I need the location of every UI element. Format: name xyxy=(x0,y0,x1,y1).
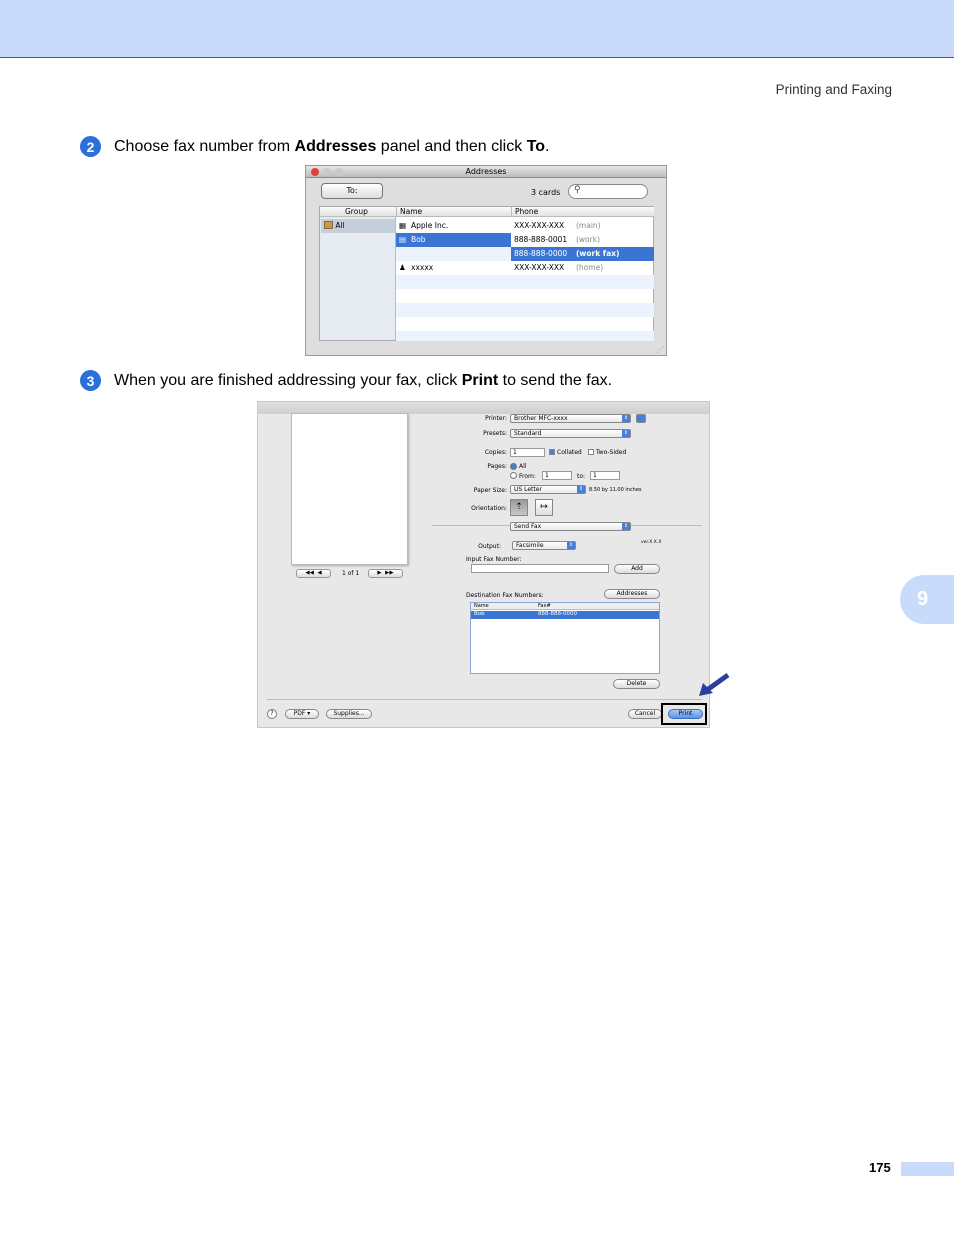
supplies-button[interactable]: Supplies... xyxy=(326,709,372,719)
fax-number-input[interactable] xyxy=(471,564,609,573)
step-text: When you are finished addressing your fa… xyxy=(114,371,613,389)
to-input[interactable]: 1 xyxy=(590,471,620,480)
column-header-phone[interactable]: Phone xyxy=(511,207,654,217)
table-row-empty xyxy=(396,331,654,341)
collated-checkbox[interactable] xyxy=(549,449,555,455)
from-input[interactable]: 1 xyxy=(542,471,572,480)
step-2: 2 Choose fax number from Addresses panel… xyxy=(80,136,550,157)
next-last-page-button[interactable]: ▶ ▶▶ xyxy=(368,569,403,578)
building-icon: ▦ xyxy=(399,221,407,230)
step-3: 3 When you are finished addressing your … xyxy=(80,370,612,391)
output-select[interactable]: Facsimile ⇕ xyxy=(512,541,576,550)
window-titlebar: Addresses xyxy=(306,166,666,178)
folder-icon xyxy=(324,221,333,229)
printer-label: Printer: xyxy=(485,415,507,422)
pages-label: Pages: xyxy=(487,463,507,470)
to-label: to: xyxy=(577,473,586,480)
input-fax-label: Input Fax Number: xyxy=(466,556,522,563)
print-dialog: ◀◀ ◀ 1 of 1 ▶ ▶▶ Printer: Brother MFC-xx… xyxy=(257,401,710,728)
pages-from-radio[interactable] xyxy=(510,472,517,479)
copies-input[interactable]: 1 xyxy=(510,448,545,457)
version-text: ver.X.X.X xyxy=(641,540,662,545)
pages-from-label: From: xyxy=(519,473,536,480)
header-band xyxy=(0,0,954,58)
divider xyxy=(267,699,702,700)
search-input[interactable]: ⚲ xyxy=(568,184,648,199)
section-title: Printing and Faxing xyxy=(775,82,892,97)
copies-label: Copies: xyxy=(484,449,507,456)
chapter-tab: 9 xyxy=(900,575,954,624)
search-icon: ⚲ xyxy=(574,185,581,195)
two-sided-checkbox[interactable] xyxy=(588,449,594,455)
list-row[interactable]: Bob 888-888-0000 xyxy=(471,611,659,619)
column-header-name[interactable]: Name xyxy=(396,207,511,217)
table-row[interactable]: ♟ xxxxx XXX-XXX-XXX (home) xyxy=(396,261,654,275)
step-number: 3 xyxy=(80,370,101,391)
cancel-button[interactable]: Cancel xyxy=(628,709,662,719)
page-number-bar xyxy=(901,1162,954,1176)
phone-cell-selected[interactable]: 888-888-0000 (work fax) xyxy=(511,247,654,261)
table-row-empty xyxy=(396,303,654,317)
to-button[interactable]: To: xyxy=(321,183,383,199)
column-header-group[interactable]: Group xyxy=(320,207,396,217)
collated-label: Collated xyxy=(557,449,582,456)
paper-size-select[interactable]: US Letter ⇕ xyxy=(510,485,586,494)
orientation-label: Orientation: xyxy=(471,505,507,512)
presets-label: Presets: xyxy=(483,430,507,437)
addresses-window: Addresses To: 3 cards ⚲ Group Name Phone… xyxy=(305,165,667,356)
table-row-selected[interactable]: ▤ Bob xyxy=(396,233,511,247)
pointer-arrow-icon xyxy=(699,672,730,696)
landscape-icon[interactable]: ↦ xyxy=(535,499,553,516)
print-button-highlight xyxy=(661,703,707,725)
paper-size-label: Paper Size: xyxy=(473,487,507,494)
step-text: Choose fax number from Addresses panel a… xyxy=(114,137,550,155)
two-sided-label: Two-Sided xyxy=(596,449,627,456)
printer-select[interactable]: Brother MFC-xxxx ⇕ xyxy=(510,414,631,423)
phone-cell[interactable]: 888-888-0001 (work) xyxy=(511,233,654,247)
pages-all-label: All xyxy=(519,463,527,470)
output-label: Output: xyxy=(478,543,501,550)
group-item-all[interactable]: All xyxy=(321,219,395,233)
help-icon[interactable]: ? xyxy=(267,709,277,719)
page-indicator: 1 of 1 xyxy=(342,570,360,577)
address-table: Group Name Phone All ▦ Apple Inc. XXX-XX… xyxy=(319,206,654,341)
destination-label: Destination Fax Numbers: xyxy=(466,592,544,599)
pdf-button[interactable]: PDF ▾ xyxy=(285,709,319,719)
presets-select[interactable]: Standard ⇕ xyxy=(510,429,631,438)
step-number: 2 xyxy=(80,136,101,157)
expand-button[interactable] xyxy=(636,414,646,423)
paper-dimensions: 8.50 by 11.00 inches xyxy=(589,487,642,493)
person-icon: ♟ xyxy=(399,263,406,272)
destination-list: Name Fax# Bob 888-888-0000 xyxy=(470,602,660,674)
first-prev-page-button[interactable]: ◀◀ ◀ xyxy=(296,569,331,578)
page-number: 175 xyxy=(869,1160,891,1175)
pages-all-radio[interactable] xyxy=(510,463,517,470)
delete-button[interactable]: Delete xyxy=(613,679,660,689)
portrait-icon[interactable]: ⇡ xyxy=(510,499,528,516)
card-icon: ▤ xyxy=(399,235,407,244)
table-row-empty xyxy=(396,275,654,289)
list-header: Name Fax# xyxy=(471,603,659,610)
table-row-empty xyxy=(396,247,511,261)
add-button[interactable]: Add xyxy=(614,564,660,574)
window-title: Addresses xyxy=(465,167,507,176)
addresses-button[interactable]: Addresses xyxy=(604,589,660,599)
section-select[interactable]: Send Fax ⇕ xyxy=(510,522,631,531)
page-preview xyxy=(291,413,408,565)
card-count: 3 cards xyxy=(531,188,561,197)
resize-handle-icon[interactable]: ⋰ xyxy=(656,345,664,354)
table-row[interactable]: ▦ Apple Inc. XXX-XXX-XXX (main) xyxy=(396,219,654,233)
